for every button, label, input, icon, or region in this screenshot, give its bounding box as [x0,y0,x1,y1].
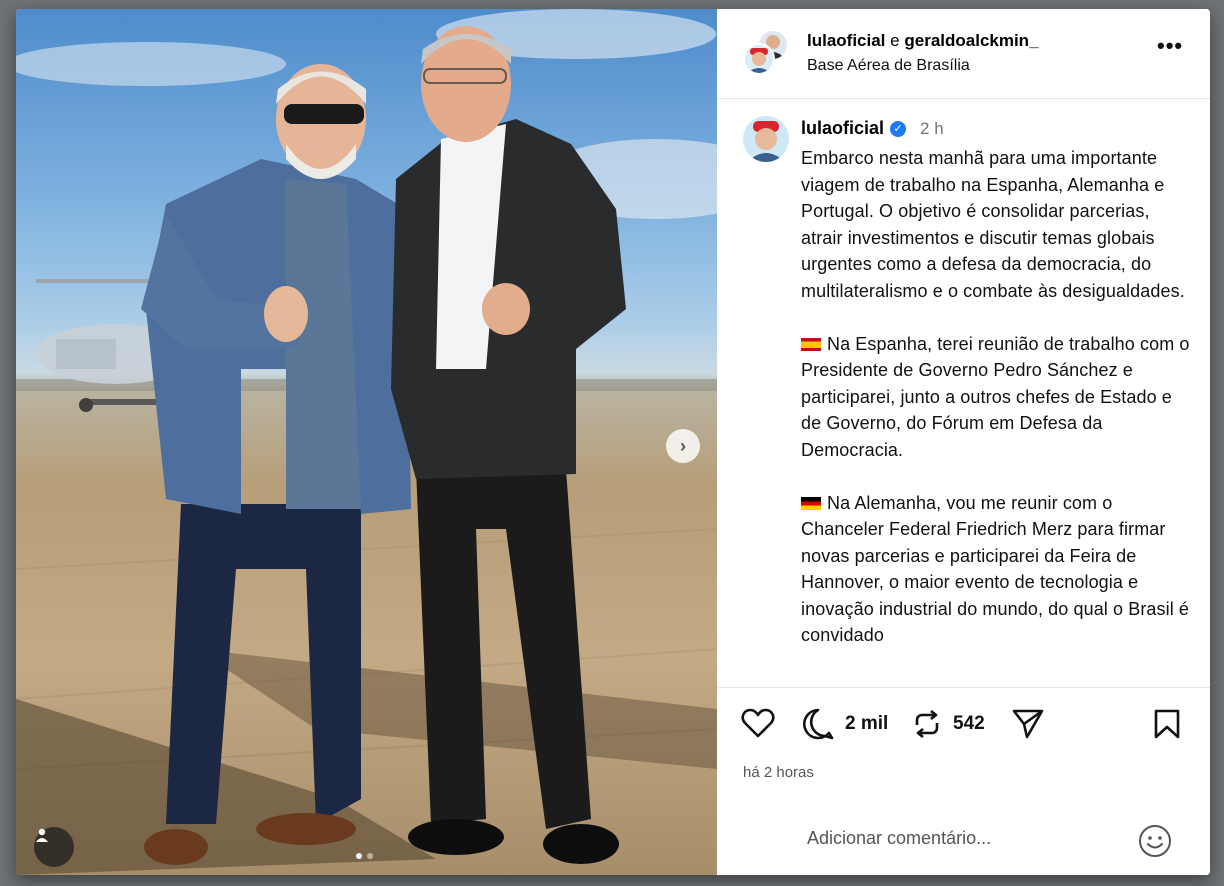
bookmark-icon [1154,709,1180,739]
carousel-dot-2 [367,853,373,859]
caption-paragraph: Na Espanha, terei reunião de trabalho co… [801,331,1196,464]
caption-time[interactable]: 2 h [920,119,944,139]
emoji-picker-button[interactable] [1137,823,1173,864]
carousel-indicator [356,853,373,859]
user-icon [36,828,48,842]
person-left [141,64,411,865]
send-icon [1012,709,1044,739]
save-button[interactable] [1153,708,1181,740]
repost-button[interactable]: 542 [911,708,985,740]
authors-conjunction: e [890,31,900,50]
post-panel: lulaoficial e geraldoalckmin_ Base Aérea… [717,9,1210,875]
avatar-image [747,48,771,73]
avatar-lulaoficial[interactable] [743,43,775,75]
avatar-image [747,121,785,162]
author-link-geraldoalckmin[interactable]: geraldoalckmin_ [904,31,1038,50]
share-button[interactable] [1011,708,1045,740]
comments-count: 2 mil [845,713,889,734]
more-options-icon[interactable]: ••• [1157,33,1183,59]
caption-text: Embarco nesta manhã para uma importante … [801,145,1196,675]
post-photo[interactable]: › [16,9,717,875]
repost-icon [915,709,939,739]
post-authors: lulaoficial e geraldoalckmin_ [807,31,1039,51]
post-modal: › lulaoficial e geraldoalckmin_ Base Aér… [16,9,1210,875]
caption-username[interactable]: lulaoficial [801,118,884,139]
comment-button[interactable]: 2 mil [801,708,888,740]
author-link-lulaoficial[interactable]: lulaoficial [807,31,885,50]
carousel-next-button[interactable]: › [666,429,700,463]
co-author-avatars[interactable] [743,29,791,79]
caption-avatar[interactable] [743,116,789,162]
smiley-icon [1139,825,1171,857]
carousel-dot-1 [356,853,362,859]
comment-icon [802,708,834,740]
caption-scroll-area[interactable]: lulaoficial ✓ 2 h Embarco nesta manhã pa… [717,100,1210,687]
tagged-users-button[interactable] [34,827,74,867]
caption-paragraph-text: Na Alemanha, vou me reunir com o Chancel… [801,492,1190,646]
photo-scene [16,9,717,875]
post-header: lulaoficial e geraldoalckmin_ Base Aérea… [717,9,1210,99]
flag-germany-icon [801,496,821,510]
caption-header: lulaoficial ✓ 2 h [801,118,944,139]
caption-paragraph: Embarco nesta manhã para uma importante … [801,148,1185,301]
flag-spain-icon [801,337,821,351]
caption-paragraph: Na Alemanha, vou me reunir com o Chancel… [801,490,1196,649]
caption-paragraph-text: Na Espanha, terei reunião de trabalho co… [801,333,1190,460]
action-bar: 2 mil 542 há 2 horas [717,687,1210,807]
chevron-right-icon: › [680,435,686,456]
reposts-count: 542 [953,713,985,734]
post-time-ago[interactable]: há 2 horas [743,764,814,781]
like-button[interactable] [741,708,775,738]
comment-input[interactable]: Adicionar comentário... [807,828,991,849]
post-location[interactable]: Base Aérea de Brasília [807,57,970,75]
comment-composer: Adicionar comentário... [717,807,1210,875]
heart-icon [741,708,775,738]
verified-badge-icon: ✓ [890,120,907,137]
